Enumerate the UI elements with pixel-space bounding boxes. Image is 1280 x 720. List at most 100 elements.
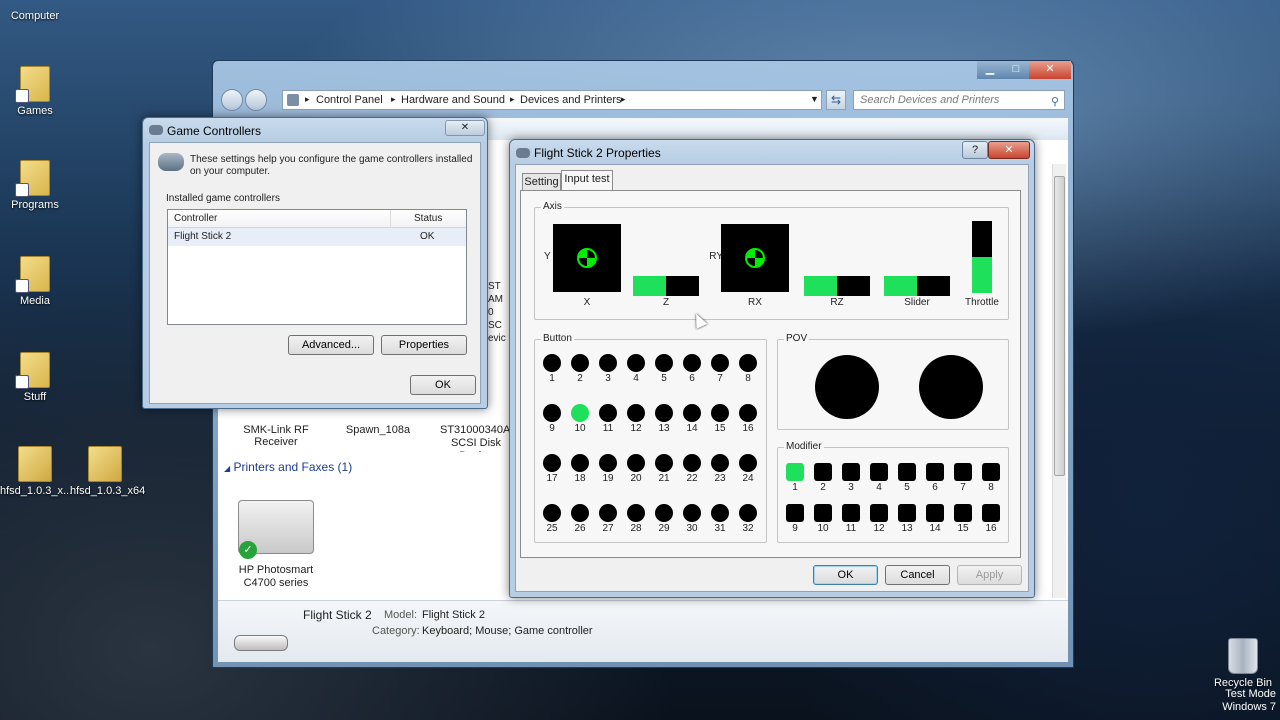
button-number: 1 [549,373,555,384]
modifier-number: 14 [929,523,941,534]
desktop-icon-programs[interactable]: Programs [0,160,70,211]
breadcrumb-hardware-and-sound[interactable]: Hardware and Sound [401,94,505,106]
ok-button[interactable]: OK [410,375,476,395]
button-number: 31 [714,523,726,534]
button-indicator [683,354,701,372]
refresh-button[interactable]: ⇆ [826,90,846,110]
column-status[interactable]: Status [414,213,442,224]
joystick-button-9: 9 [538,404,566,434]
axis-y-label: Y [544,251,551,262]
breadcrumb-control-panel[interactable]: Control Panel [316,94,383,106]
tab-input-test[interactable]: Input test [561,170,613,191]
modifier-number: 9 [792,523,798,534]
desktop-icon-games[interactable]: Games [0,66,70,117]
modifier-number: 8 [988,482,994,493]
apply-button[interactable]: Apply [957,565,1022,585]
button-indicator [711,504,729,522]
controller-name: Flight Stick 2 [174,231,232,242]
desktop-icon-media[interactable]: Media [0,256,70,307]
advanced-button[interactable]: Advanced... [288,335,374,355]
search-input[interactable]: Search Devices and Printers ⚲ [853,90,1065,110]
button-number: 15 [714,423,726,434]
device-item-smk-link[interactable]: SMK-Link RF Receiver [234,424,318,448]
back-button[interactable] [221,89,243,111]
modifier-number: 16 [985,523,997,534]
button-number: 8 [745,373,751,384]
vertical-scrollbar[interactable] [1052,164,1066,598]
button-number: 21 [658,473,670,484]
modifier-indicator [898,504,916,522]
button-indicator [739,404,757,422]
joystick-button-28: 28 [622,504,650,534]
controller-list[interactable]: Controller Status Flight Stick 2 OK [167,209,467,325]
tab-setting[interactable]: Setting [522,173,561,191]
modifier-indicator [926,504,944,522]
joystick-button-11: 11 [594,404,622,434]
properties-button[interactable]: Properties [381,335,467,355]
breadcrumb-devices-and-printers[interactable]: Devices and Printers [520,94,622,106]
modifier-8: 8 [977,463,1005,493]
close-button[interactable]: ✕ [445,120,485,136]
desktop-icon-hfsd-x86[interactable]: hfsd_1.0.3_x... [0,446,72,497]
help-button[interactable]: ? [962,141,988,159]
modifier-indicator [870,504,888,522]
zip-folder-icon [88,446,122,482]
details-device-name: Flight Stick 2 [303,608,372,622]
button-number: 9 [549,423,555,434]
dialog-body: These settings help you configure the ga… [149,142,481,404]
table-row[interactable]: Flight Stick 2 OK [168,228,466,246]
desktop-icon-recycle-bin[interactable]: Recycle Bin [1208,638,1278,689]
desktop-icon-hfsd-x64[interactable]: hfsd_1.0.3_x64 [70,446,145,497]
joystick-button-1: 1 [538,354,566,384]
maximize-button[interactable]: □ [1003,61,1029,79]
slider-axis-label: Slider [904,297,930,308]
modifier-7: 7 [949,463,977,493]
joystick-button-4: 4 [622,354,650,384]
breadcrumb-sep: ▸ [305,94,310,104]
z-axis-fill [633,276,666,296]
close-button[interactable]: ✕ [1029,61,1071,79]
joystick-button-32: 32 [734,504,762,534]
button-indicator [711,354,729,372]
dialog-title: Flight Stick 2 Properties [534,146,661,160]
gamepad-large-icon [158,153,184,171]
list-header: Controller Status [168,210,466,228]
address-bar[interactable]: ▸ Control Panel ▸ Hardware and Sound ▸ D… [282,90,822,110]
scroll-thumb[interactable] [1054,176,1065,476]
modifier-indicator [982,463,1000,481]
device-item-spawn[interactable]: Spawn_108a [338,424,418,436]
column-controller[interactable]: Controller [174,213,217,224]
button-indicator [599,504,617,522]
collapse-icon: ◢ [224,464,231,473]
zip-folder-icon [18,446,52,482]
modifier-indicator [814,504,832,522]
details-pane: Flight Stick 2 Model: Flight Stick 2 Cat… [218,600,1068,662]
device-label: Spawn_108a [345,424,411,436]
printer-item[interactable]: ✓ HP Photosmart C4700 series [230,500,322,590]
cancel-button[interactable]: Cancel [885,565,950,585]
joystick-button-16: 16 [734,404,762,434]
watermark-line: Windows 7 [1222,701,1276,713]
button-number: 6 [689,373,695,384]
button-indicator [543,404,561,422]
button-number: 29 [658,523,670,534]
button-indicator [571,404,589,422]
modifier-15: 15 [949,504,977,534]
printers-section-header[interactable]: ◢ Printers and Faxes (1) [224,460,352,474]
desktop-icon-label: Computer [10,10,60,22]
button-indicator [543,454,561,472]
button-number: 4 [633,373,639,384]
ok-button[interactable]: OK [813,565,878,585]
keyboard-device-icon [234,635,288,651]
desktop-icon-stuff[interactable]: Stuff [0,352,70,403]
desktop-icon-computer[interactable]: Computer [0,10,70,22]
close-button[interactable]: ✕ [988,141,1030,159]
throttle-axis-label: Throttle [965,297,999,308]
device-item-st31000340as[interactable]: ST31000340AS SCSI Disk Device [440,424,512,452]
modifier-number: 7 [960,482,966,493]
minimize-button[interactable]: ▁ [977,61,1003,79]
button-indicator [571,354,589,372]
chevron-down-icon[interactable]: ▼ [810,94,819,104]
joystick-button-17: 17 [538,454,566,484]
forward-button[interactable] [245,89,267,111]
